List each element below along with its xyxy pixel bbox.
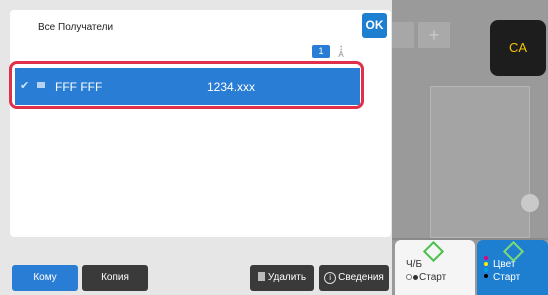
color-label: Цвет: [493, 259, 516, 270]
color-dots-icon: [484, 256, 489, 280]
copy-button[interactable]: Копия: [82, 265, 148, 291]
delete-button[interactable]: Удалить: [250, 265, 314, 291]
trash-icon: [257, 272, 265, 281]
color-start-label: Старт: [493, 272, 521, 283]
sort-az-icon[interactable]: ↕ A: [334, 44, 348, 59]
info-icon: i: [324, 272, 337, 284]
color-start-button[interactable]: Цвет Старт: [477, 240, 548, 295]
bw-start-label: Старт: [406, 272, 446, 283]
dialog-title: Все Получатели: [38, 22, 114, 33]
bw-start-button[interactable]: Ч/Б Старт: [395, 240, 475, 295]
circle-icon: [521, 194, 539, 212]
ok-button[interactable]: OK: [362, 13, 387, 38]
selection-highlight: [9, 61, 364, 109]
tab-left: [392, 22, 414, 48]
to-button[interactable]: Кому: [12, 265, 78, 291]
preview-area: [430, 86, 530, 238]
info-button[interactable]: i Сведения: [319, 265, 389, 291]
ca-button[interactable]: CA: [490, 20, 546, 76]
bw-label: Ч/Б: [406, 259, 423, 270]
page-number: 1: [312, 45, 330, 58]
start-diamond-icon: [422, 240, 445, 263]
add-tab-icon: +: [418, 22, 450, 48]
